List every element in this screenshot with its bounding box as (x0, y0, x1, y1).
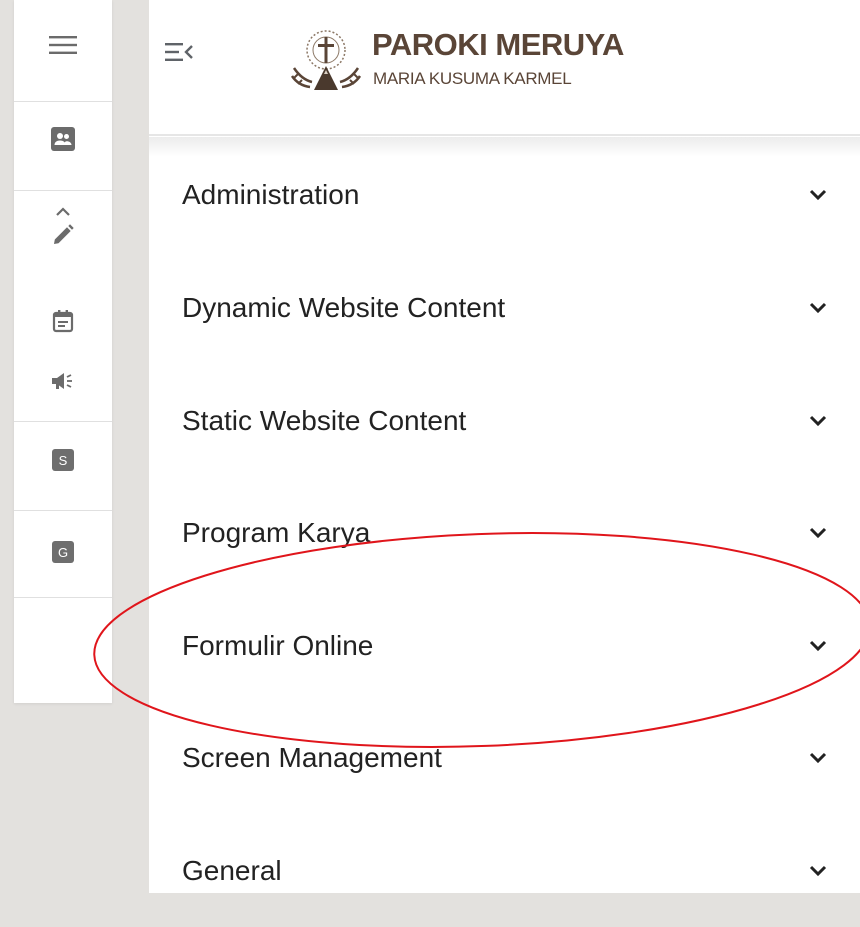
chevron-down-icon[interactable] (808, 188, 828, 202)
menu-collapse-icon[interactable] (165, 42, 195, 62)
menu-item-label: Program Karya (182, 517, 370, 549)
rail-item-g[interactable]: G (14, 511, 112, 598)
menu-item-static-website-content[interactable]: Static Website Content (149, 365, 860, 478)
brand-title: PAROKI MERUYA (372, 27, 624, 63)
navigation-drawer: PAROKI MERUYA MARIA KUSUMA KARMEL Admini… (149, 0, 860, 893)
menu-item-general[interactable]: General (149, 815, 860, 927)
pencil-icon[interactable] (51, 223, 75, 247)
people-icon[interactable] (51, 127, 75, 151)
chevron-up-icon[interactable] (55, 207, 71, 217)
drawer-header: PAROKI MERUYA MARIA KUSUMA KARMEL (149, 0, 860, 136)
rail-item-people[interactable] (14, 102, 112, 191)
parish-emblem-icon (284, 24, 368, 102)
menu-item-program-karya[interactable]: Program Karya (149, 477, 860, 590)
parish-logo (284, 24, 368, 102)
chevron-down-icon[interactable] (808, 526, 828, 540)
menu-item-label: Administration (182, 179, 359, 211)
menu-item-label: Formulir Online (182, 630, 373, 662)
menu-list: Administration Dynamic Website Content S… (149, 137, 860, 927)
menu-item-label: Static Website Content (182, 405, 466, 437)
menu-item-formulir-online[interactable]: Formulir Online (149, 590, 860, 703)
menu-item-label: Dynamic Website Content (182, 292, 505, 324)
chevron-down-icon[interactable] (808, 864, 828, 878)
menu-item-administration[interactable]: Administration (149, 137, 860, 252)
menu-item-screen-management[interactable]: Screen Management (149, 702, 860, 815)
letter-badge-g[interactable]: G (52, 541, 74, 563)
chevron-down-icon[interactable] (808, 639, 828, 653)
chevron-down-icon[interactable] (808, 751, 828, 765)
rail-item-announcements[interactable] (14, 363, 112, 422)
rail-item-calendar[interactable] (14, 275, 112, 363)
rail-menu-button[interactable] (14, 0, 112, 102)
megaphone-icon[interactable] (50, 370, 76, 392)
letter-badge-s[interactable]: S (52, 449, 74, 471)
chevron-down-icon[interactable] (808, 414, 828, 428)
menu-icon[interactable] (49, 36, 77, 54)
menu-item-dynamic-website-content[interactable]: Dynamic Website Content (149, 252, 860, 365)
rail-item-s[interactable]: S (14, 422, 112, 511)
menu-item-label: Screen Management (182, 742, 442, 774)
menu-item-label: General (182, 855, 282, 887)
chevron-down-icon[interactable] (808, 301, 828, 315)
brand-subtitle: MARIA KUSUMA KARMEL (373, 69, 571, 89)
collapsed-sidebar: S G (14, 0, 112, 703)
calendar-icon[interactable] (52, 309, 74, 333)
